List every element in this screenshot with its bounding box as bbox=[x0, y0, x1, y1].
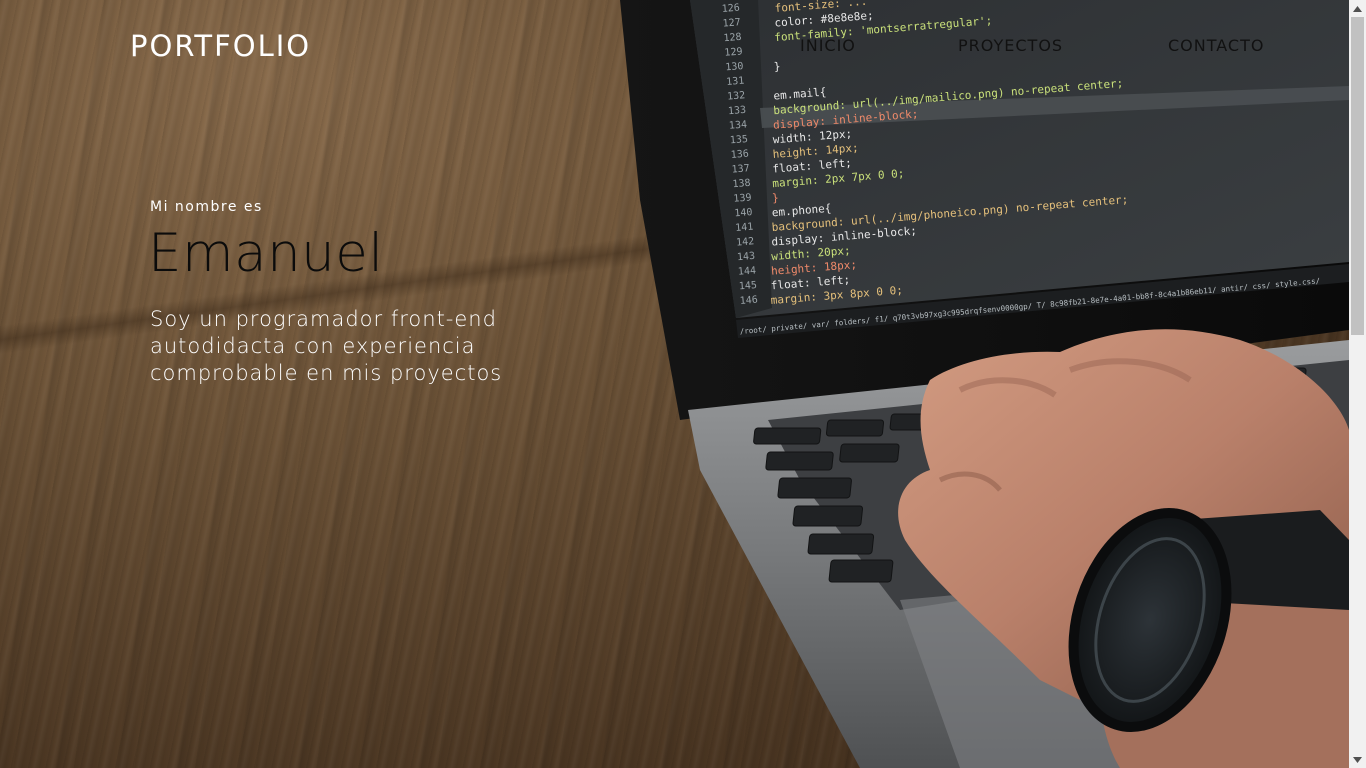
code-line-number: 139 bbox=[733, 192, 752, 204]
code-line-number: 143 bbox=[737, 251, 756, 263]
code-line-number: 135 bbox=[729, 134, 748, 146]
hero-name: Emanuel bbox=[148, 223, 384, 284]
code-line-number: 138 bbox=[732, 178, 751, 190]
code-line-number: 141 bbox=[735, 222, 754, 234]
code-line-number: 142 bbox=[736, 236, 755, 248]
nav-link-contacto[interactable]: CONTACTO bbox=[1168, 36, 1264, 56]
code-line-number: 140 bbox=[734, 207, 753, 219]
code-line-number: 133 bbox=[728, 105, 747, 117]
nav-link-inicio[interactable]: INICIO bbox=[800, 36, 856, 56]
page: 126 font-size: ... 127 color: #8e8e8e; 128… bbox=[0, 0, 1366, 768]
code-line-number: 136 bbox=[730, 149, 749, 161]
scroll-down-arrow-icon[interactable] bbox=[1349, 751, 1366, 768]
code-line-number: 145 bbox=[738, 280, 757, 292]
scrollbar-thumb[interactable] bbox=[1351, 17, 1364, 335]
hero-tagline: Soy un programador front-end autodidacta… bbox=[150, 307, 503, 385]
vertical-scrollbar[interactable] bbox=[1349, 0, 1366, 768]
nav-link-proyectos[interactable]: PROYECTOS bbox=[958, 36, 1063, 56]
code-line-text: } bbox=[772, 191, 780, 204]
top-nav: PORTFOLIO INICIO PROYECTOS CONTACTO bbox=[0, 0, 1349, 92]
brand-logo[interactable]: PORTFOLIO bbox=[130, 28, 311, 64]
code-line-number: 137 bbox=[731, 163, 750, 175]
code-line-number: 146 bbox=[739, 295, 758, 307]
scroll-up-arrow-icon[interactable] bbox=[1349, 0, 1366, 17]
code-line-number: 134 bbox=[729, 119, 748, 131]
code-line-number: 132 bbox=[727, 90, 746, 102]
code-line-number: 144 bbox=[738, 265, 757, 277]
hero-intro: Mi nombre es bbox=[150, 199, 263, 215]
